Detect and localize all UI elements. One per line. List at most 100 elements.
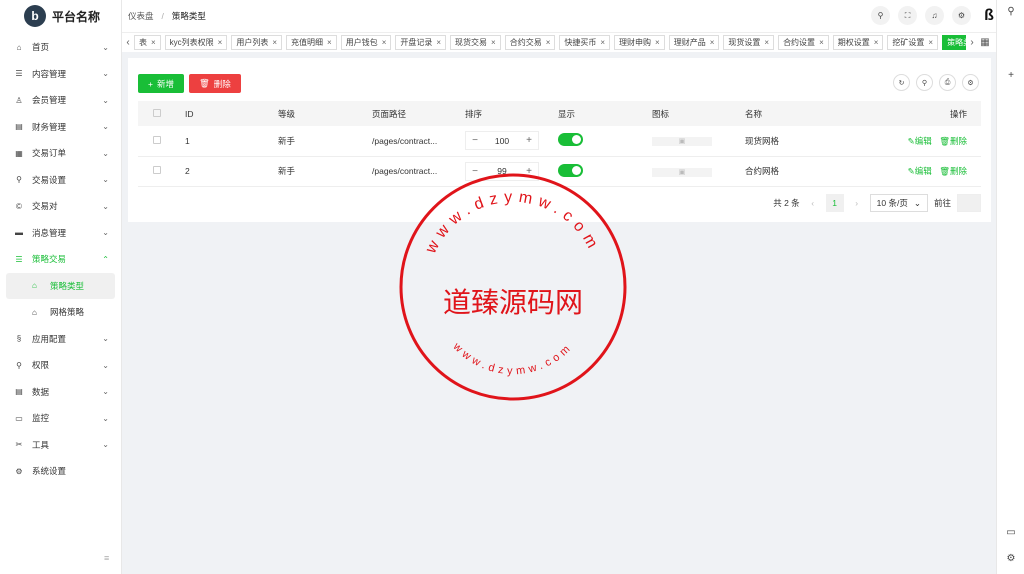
- brand-b-icon[interactable]: ß: [982, 7, 996, 25]
- tab[interactable]: 理财产品 ×: [668, 35, 720, 50]
- sort-value[interactable]: 99: [484, 166, 520, 176]
- close-icon[interactable]: ×: [874, 38, 879, 47]
- sidebar-item-orders[interactable]: ▦ 交易订单 ⌄: [0, 140, 121, 167]
- sidebar-item-messages[interactable]: ▬ 消息管理 ⌄: [0, 220, 121, 247]
- edit-link[interactable]: ✎编辑: [908, 136, 932, 146]
- close-icon[interactable]: ×: [546, 38, 551, 47]
- tab[interactable]: 快捷买币 ×: [559, 35, 611, 50]
- close-icon[interactable]: ×: [819, 38, 824, 47]
- sidebar-item-label: 策略交易: [32, 254, 67, 265]
- sidebar-item-members[interactable]: ♙ 会员管理 ⌄: [0, 87, 121, 114]
- tab[interactable]: 用户钱包 ×: [340, 35, 392, 50]
- page-size-select[interactable]: 10 条/页 ⌄: [869, 194, 928, 212]
- sidebar-item-system-settings[interactable]: ⚙ 系统设置: [0, 458, 121, 485]
- row-checkbox[interactable]: [153, 166, 161, 174]
- tab[interactable]: 充值明细 ×: [286, 35, 337, 50]
- delete-button[interactable]: 🗑 删除: [188, 74, 241, 93]
- tab[interactable]: 用户列表 ×: [231, 35, 283, 50]
- close-icon[interactable]: ×: [327, 38, 332, 47]
- close-icon[interactable]: ×: [218, 38, 223, 47]
- trash-icon: 🗑: [198, 78, 210, 88]
- plus-icon[interactable]: +: [997, 70, 1024, 81]
- plus-icon[interactable]: +: [520, 135, 538, 146]
- close-icon[interactable]: ×: [710, 38, 715, 47]
- edit-link[interactable]: ✎编辑: [908, 166, 932, 176]
- sidebar-item-finance[interactable]: ▤ 财务管理 ⌄: [0, 114, 121, 141]
- tab[interactable]: 表 ×: [134, 35, 161, 50]
- columns-settings-icon[interactable]: ⚙: [962, 74, 979, 91]
- show-toggle[interactable]: [558, 163, 583, 177]
- bell-icon[interactable]: ♫: [925, 6, 944, 25]
- sidebar-item-strategy[interactable]: ☰ 策略交易 ⌃: [0, 246, 121, 273]
- tab[interactable]: 期权设置 ×: [832, 35, 884, 50]
- chevron-down-icon: ⌄: [102, 413, 109, 423]
- sidebar-item-label: 工具: [32, 439, 50, 450]
- minus-icon[interactable]: −: [466, 166, 484, 177]
- close-icon[interactable]: ×: [600, 38, 605, 47]
- goto-page-input[interactable]: [957, 194, 981, 212]
- chevron-right-icon[interactable]: ›: [850, 198, 864, 208]
- tab[interactable]: 挖矿设置 ×: [887, 35, 939, 50]
- sort-value[interactable]: 100: [484, 136, 520, 146]
- sidebar-item-home[interactable]: ⌂ 首页 ⌄: [0, 34, 121, 61]
- search-icon[interactable]: ⚲: [916, 74, 933, 91]
- sidebar-item-permissions[interactable]: ⚲ 权限 ⌄: [0, 352, 121, 379]
- delete-link[interactable]: 🗑删除: [939, 166, 967, 176]
- close-icon[interactable]: ×: [436, 38, 441, 47]
- sidebar-item-content[interactable]: ☰ 内容管理 ⌄: [0, 61, 121, 88]
- grid-icon[interactable]: ▦: [978, 37, 992, 48]
- tabs-bar: ‹ 表 × kyc列表权限 × 用户列表 × 充值明细 × 用户钱包 × 开盘记录 × 现货…: [122, 32, 996, 52]
- chevron-down-icon: ⌄: [102, 334, 109, 344]
- column-header: 图标: [652, 101, 745, 126]
- tab[interactable]: 开盘记录 ×: [395, 35, 447, 50]
- close-icon[interactable]: ×: [382, 38, 387, 47]
- chevron-left-icon[interactable]: ‹: [122, 37, 134, 48]
- fullscreen-icon[interactable]: ⛶: [898, 6, 917, 25]
- chevron-right-icon[interactable]: ›: [966, 37, 978, 48]
- screen-icon[interactable]: ▭: [997, 527, 1024, 538]
- tab[interactable]: 理财申购 ×: [614, 35, 665, 50]
- search-icon[interactable]: ⚲: [997, 6, 1024, 17]
- search-icon[interactable]: ⚲: [871, 6, 890, 25]
- close-icon[interactable]: ×: [151, 38, 156, 47]
- settings-icon[interactable]: ⚙: [952, 6, 971, 25]
- sidebar-item-label: 应用配置: [32, 333, 67, 344]
- delete-link[interactable]: 🗑删除: [939, 136, 967, 146]
- sidebar-item-monitor[interactable]: ▭ 监控 ⌄: [0, 405, 121, 432]
- sidebar-item-label: 系统设置: [32, 466, 67, 477]
- sidebar-subitem-strategy-type[interactable]: ⌂ 策略类型: [6, 272, 115, 299]
- close-icon[interactable]: ×: [272, 38, 277, 47]
- close-icon[interactable]: ×: [655, 38, 660, 47]
- brand[interactable]: b 平台名称: [0, 0, 121, 32]
- data-icon: ▤: [15, 387, 23, 397]
- tab[interactable]: 合约设置 ×: [778, 35, 829, 50]
- show-toggle[interactable]: [558, 133, 583, 147]
- print-icon[interactable]: ⎙: [939, 74, 956, 91]
- tab[interactable]: 现货交易 ×: [450, 35, 501, 50]
- sidebar-item-trade-settings[interactable]: ⚲ 交易设置 ⌄: [0, 167, 121, 194]
- sidebar-item-label: 交易对: [32, 201, 58, 212]
- close-icon[interactable]: ×: [928, 38, 933, 47]
- tab[interactable]: 现货设置 ×: [723, 35, 775, 50]
- minus-icon[interactable]: −: [466, 135, 484, 146]
- sidebar-item-app-config[interactable]: § 应用配置 ⌄: [0, 326, 121, 353]
- sidebar-subitem-grid-strategy[interactable]: ⌂ 网格策略: [6, 299, 115, 326]
- tab[interactable]: kyc列表权限 ×: [164, 35, 228, 50]
- breadcrumb-dashboard[interactable]: 仪表盘: [128, 10, 154, 22]
- add-button[interactable]: + 新增: [138, 74, 184, 93]
- tab[interactable]: 合约交易 ×: [504, 35, 556, 50]
- select-all-checkbox[interactable]: [153, 108, 161, 117]
- close-icon[interactable]: ×: [764, 38, 769, 47]
- tab-active[interactable]: 策略类型×: [942, 35, 966, 50]
- close-icon[interactable]: ×: [491, 38, 496, 47]
- sidebar-item-tools[interactable]: ✂ 工具 ⌄: [0, 432, 121, 459]
- row-checkbox[interactable]: [153, 135, 161, 144]
- sidebar-item-data[interactable]: ▤ 数据 ⌄: [0, 379, 121, 406]
- chevron-left-icon[interactable]: ‹: [806, 198, 820, 208]
- refresh-icon[interactable]: ↻: [893, 74, 910, 91]
- gear-icon[interactable]: ⚙: [997, 553, 1024, 564]
- collapse-sidebar-icon[interactable]: ≡: [104, 553, 109, 563]
- page-number[interactable]: 1: [825, 194, 844, 212]
- sidebar-item-pairs[interactable]: © 交易对 ⌄: [0, 193, 121, 220]
- plus-icon[interactable]: +: [520, 166, 538, 177]
